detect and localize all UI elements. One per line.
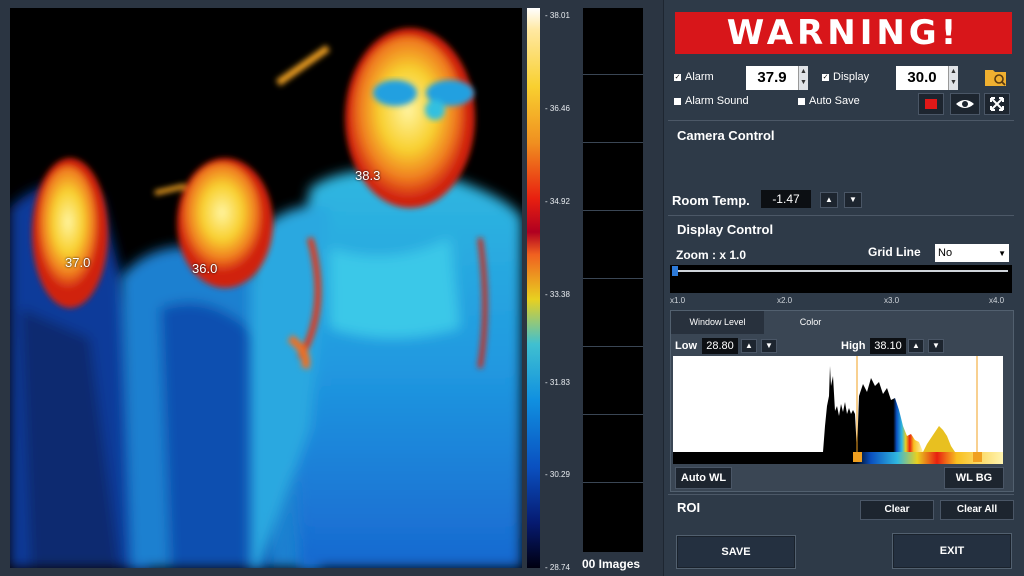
chevron-down-icon: ▼ xyxy=(998,248,1006,258)
roi-title: ROI xyxy=(677,500,701,515)
thermal-view[interactable]: 37.0 36.0 38.3 xyxy=(10,8,522,568)
checkbox-checked-icon: ✓ xyxy=(822,73,829,81)
checkbox-icon xyxy=(798,97,805,105)
display-threshold-value[interactable]: 30.0 xyxy=(896,66,948,90)
scale-tick: - 38.01 xyxy=(545,11,570,20)
record-icon xyxy=(925,99,937,109)
arrow-up-icon: ▲ xyxy=(912,341,920,350)
auto-wl-button[interactable]: Auto WL xyxy=(675,467,732,489)
arrow-up-icon[interactable]: ▲ xyxy=(799,66,808,77)
image-thumbnail-list[interactable] xyxy=(583,8,643,552)
alarm-label: Alarm xyxy=(685,71,714,83)
zoom-tick-label: x1.0 xyxy=(670,296,686,305)
divider xyxy=(668,215,1014,216)
alarm-checkbox[interactable]: ✓ Alarm xyxy=(674,71,714,83)
scale-tick: - 30.29 xyxy=(545,470,570,479)
thumbnail-divider xyxy=(583,74,643,75)
arrow-up-icon[interactable]: ▲ xyxy=(949,66,958,77)
thumbnail-divider xyxy=(583,414,643,415)
display-checkbox[interactable]: ✓ Display xyxy=(822,71,869,83)
room-temp-value[interactable]: -1.47 xyxy=(761,190,811,208)
auto-save-label: Auto Save xyxy=(809,95,860,107)
thumbnail-divider xyxy=(583,346,643,347)
low-value[interactable]: 28.80 xyxy=(702,338,738,354)
grid-line-value: No xyxy=(938,247,953,259)
scale-tick: - 31.83 xyxy=(545,378,570,387)
record-button[interactable] xyxy=(918,93,944,115)
display-label: Display xyxy=(833,71,870,83)
save-button[interactable]: SAVE xyxy=(676,535,796,569)
warning-banner: WARNING! xyxy=(675,12,1012,54)
roi-clear-all-button[interactable]: Clear All xyxy=(940,500,1014,520)
grid-line-label: Grid Line xyxy=(868,245,921,259)
tab-window-level[interactable]: Window Level xyxy=(671,311,764,334)
checkbox-icon xyxy=(674,97,681,105)
display-threshold-stepper[interactable]: 30.0 ▲ ▼ xyxy=(896,66,958,90)
histogram-chart[interactable] xyxy=(673,356,1003,464)
arrow-down-icon: ▼ xyxy=(932,341,940,350)
room-temp-up-button[interactable]: ▲ xyxy=(820,192,838,208)
low-up-button[interactable]: ▲ xyxy=(741,339,757,353)
thumbnail-divider xyxy=(583,482,643,483)
high-up-button[interactable]: ▲ xyxy=(908,339,924,353)
camera-control-title: Camera Control xyxy=(677,128,775,143)
thumbnail-divider xyxy=(583,278,643,279)
view-button[interactable] xyxy=(950,93,980,115)
zoom-tick-label: x3.0 xyxy=(884,296,900,305)
display-spin-buttons[interactable]: ▲ ▼ xyxy=(948,66,958,90)
zoom-slider-track xyxy=(674,270,1008,272)
scale-tick: - 33.38 xyxy=(545,290,570,299)
zoom-tick-label: x4.0 xyxy=(989,296,1005,305)
folder-search-icon[interactable] xyxy=(984,66,1008,88)
scale-tick: - 28.74 xyxy=(545,563,570,572)
room-temp-label: Room Temp. xyxy=(672,193,750,208)
low-down-button[interactable]: ▼ xyxy=(761,339,777,353)
display-control-title: Display Control xyxy=(677,222,774,237)
fullscreen-icon xyxy=(990,97,1004,111)
checkbox-checked-icon: ✓ xyxy=(674,73,681,81)
arrow-up-icon: ▲ xyxy=(745,341,753,350)
scale-tick: - 36.46 xyxy=(545,104,570,113)
wl-bg-button[interactable]: WL BG xyxy=(944,467,1004,489)
alarm-threshold-value[interactable]: 37.9 xyxy=(746,66,798,90)
zoom-tick-label: x2.0 xyxy=(777,296,793,305)
exit-button[interactable]: EXIT xyxy=(892,533,1012,569)
alarm-threshold-stepper[interactable]: 37.9 ▲ ▼ xyxy=(746,66,808,90)
arrow-down-icon: ▼ xyxy=(765,341,773,350)
auto-save-checkbox[interactable]: Auto Save xyxy=(798,95,860,107)
roi-clear-button[interactable]: Clear xyxy=(860,500,934,520)
zoom-slider-thumb[interactable] xyxy=(672,266,678,276)
grid-line-select[interactable]: No ▼ xyxy=(935,244,1009,262)
temperature-label: 38.3 xyxy=(355,168,381,183)
high-label: High xyxy=(841,340,866,352)
divider xyxy=(668,120,1014,121)
arrow-down-icon[interactable]: ▼ xyxy=(799,77,808,88)
zoom-slider[interactable] xyxy=(670,265,1012,293)
alarm-sound-checkbox[interactable]: Alarm Sound xyxy=(674,95,749,107)
thermal-image xyxy=(10,8,522,568)
thumbnail-divider xyxy=(583,142,643,143)
eye-icon xyxy=(956,100,974,108)
fullscreen-button[interactable] xyxy=(984,93,1010,115)
arrow-down-icon: ▼ xyxy=(849,195,857,204)
color-scale-bar xyxy=(527,8,540,568)
thumbnail-divider xyxy=(583,210,643,211)
image-count-label: 00 Images xyxy=(582,557,641,571)
divider xyxy=(668,494,1014,495)
alarm-sound-label: Alarm Sound xyxy=(685,95,749,107)
room-temp-down-button[interactable]: ▼ xyxy=(844,192,862,208)
arrow-up-icon: ▲ xyxy=(825,195,833,204)
arrow-down-icon[interactable]: ▼ xyxy=(949,77,958,88)
zoom-label: Zoom : x 1.0 xyxy=(676,248,747,262)
high-down-button[interactable]: ▼ xyxy=(928,339,944,353)
low-label: Low xyxy=(675,340,697,352)
tab-color[interactable]: Color xyxy=(764,311,857,334)
alarm-spin-buttons[interactable]: ▲ ▼ xyxy=(798,66,808,90)
histogram-graph xyxy=(673,356,1003,464)
temperature-label: 36.0 xyxy=(192,261,218,276)
temperature-label: 37.0 xyxy=(65,255,91,270)
high-value[interactable]: 38.10 xyxy=(870,338,906,354)
scale-tick: - 34.92 xyxy=(545,197,570,206)
